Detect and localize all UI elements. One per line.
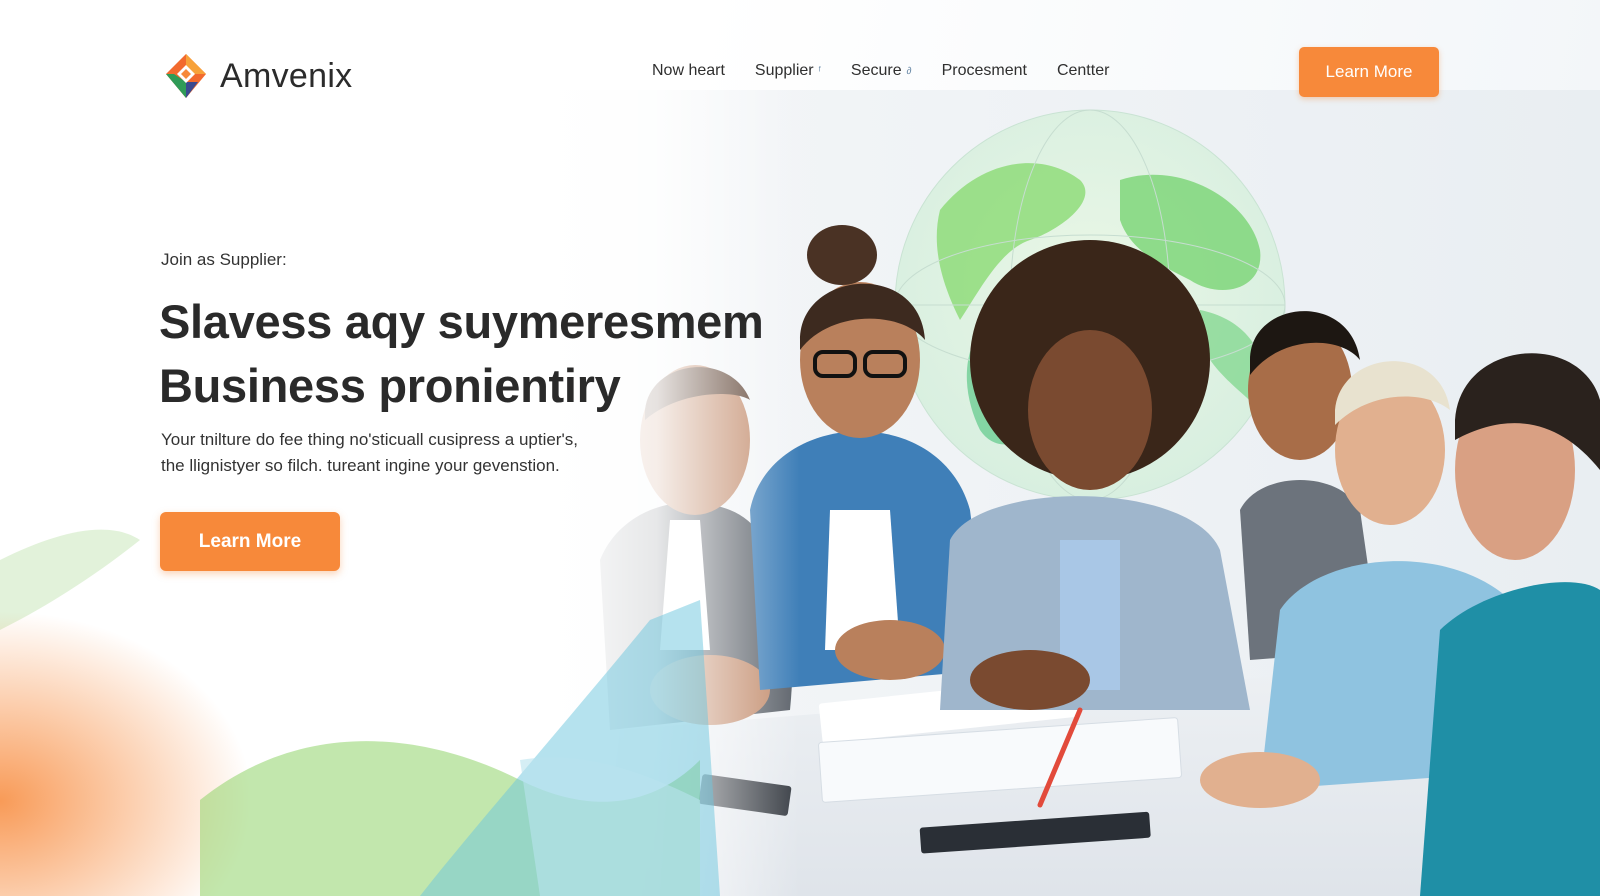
nav-item-supplier[interactable]: Supplier ᶠ (755, 62, 821, 80)
hero-photo (560, 90, 1600, 896)
brand-name: Amvenix (220, 56, 353, 95)
headline-line-2: Business pronientiry (159, 359, 621, 412)
nav-item-secure[interactable]: Secure ∂ (851, 62, 912, 80)
hero-learn-more-button[interactable]: Learn More (160, 512, 340, 571)
headline-line-1: Slavess aqy suymeresmem (159, 295, 764, 348)
chevron-down-icon: ᶠ (818, 65, 821, 77)
subtext-line-2: the llignistyer so filch. tureant ingine… (161, 456, 560, 475)
chevron-down-icon: ∂ (906, 65, 912, 77)
site-header: Amvenix Now heart Supplier ᶠ Secure ∂ Pr… (0, 0, 1600, 140)
hero-subtext: Your tnilture do fee thing no'sticuall c… (161, 427, 641, 479)
main-nav: Now heart Supplier ᶠ Secure ∂ Procesment… (652, 62, 1139, 80)
nav-item-procesment[interactable]: Procesment (942, 62, 1027, 80)
landing-page: Amvenix Now heart Supplier ᶠ Secure ∂ Pr… (0, 0, 1600, 896)
diamond-logo-icon (166, 54, 206, 98)
nav-item-now-heart[interactable]: Now heart (652, 62, 725, 80)
subtext-line-1: Your tnilture do fee thing no'sticuall c… (161, 430, 578, 449)
header-learn-more-button[interactable]: Learn More (1299, 47, 1439, 97)
team-meeting-illustration (560, 90, 1600, 896)
hero-eyebrow: Join as Supplier: (161, 250, 287, 269)
hero-headline: Slavess aqy suymeresmem Business pronien… (159, 290, 799, 418)
nav-item-centter[interactable]: Centter (1057, 62, 1109, 80)
brand-logo[interactable]: Amvenix (164, 52, 352, 100)
